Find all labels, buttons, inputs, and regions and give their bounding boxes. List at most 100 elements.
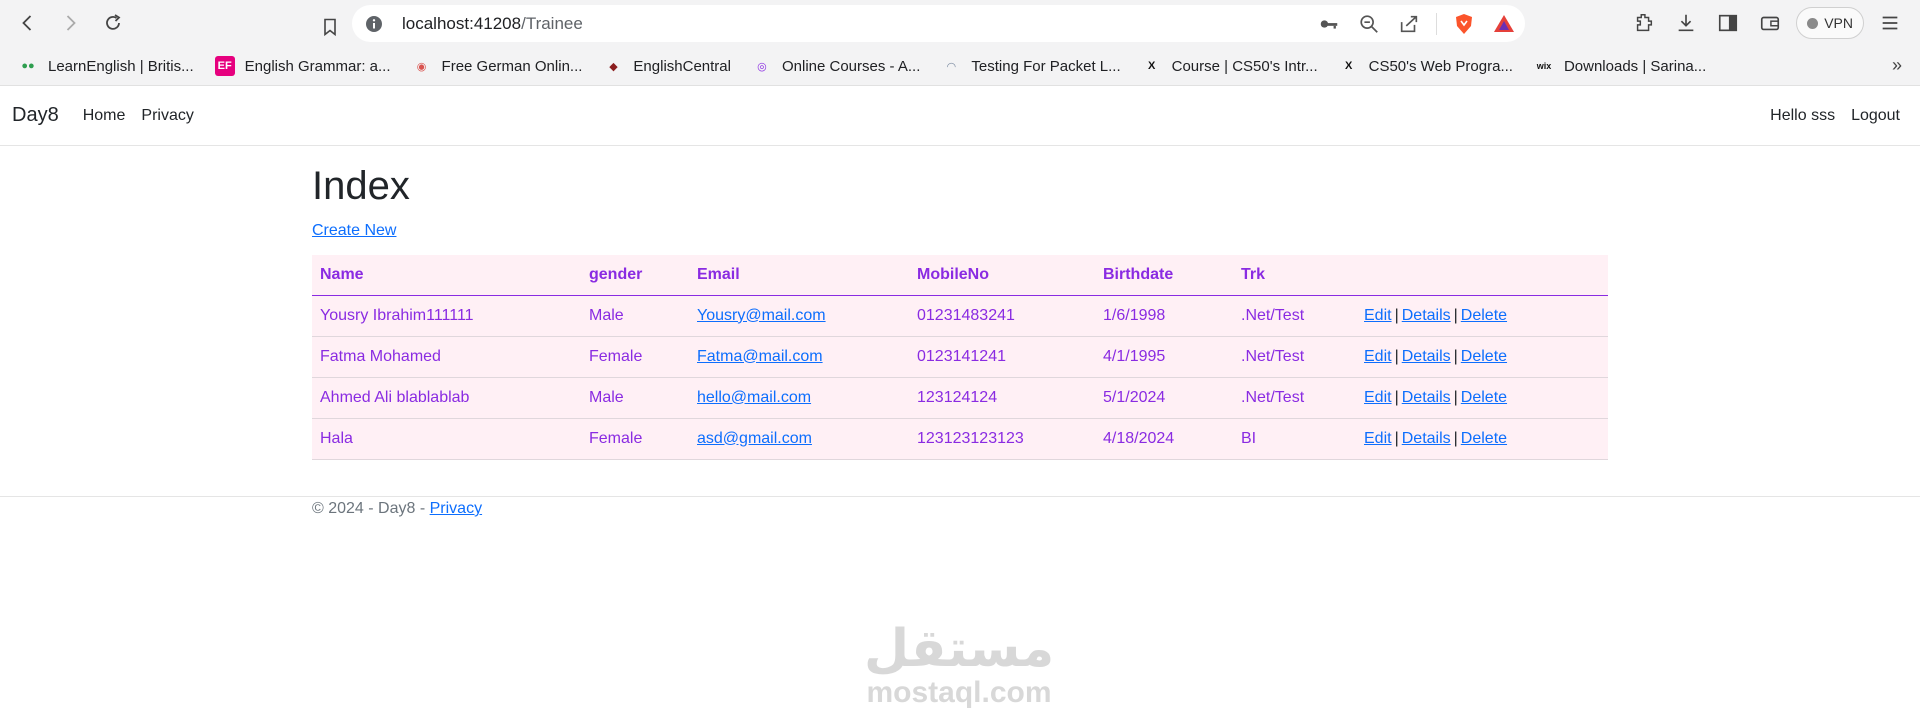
menu-icon[interactable] [1874,6,1906,40]
cell-email: Fatma@mail.com [689,336,909,378]
bookmark-label: EnglishCentral [633,57,731,75]
email-link[interactable]: Fatma@mail.com [697,348,823,365]
vpn-status-icon [1807,17,1819,29]
delete-link[interactable]: Delete [1461,430,1507,447]
bookmark-item[interactable]: ◎ Online Courses - A... [752,56,920,76]
cell-mobile: 0123141241 [909,336,1095,378]
footer-text: © 2024 - Day8 - Privacy [312,500,482,518]
page-title: Index [312,164,410,208]
bookmark-item[interactable]: ◆ EnglishCentral [603,56,731,76]
action-separator: | [1453,306,1458,324]
wallet-icon[interactable] [1754,6,1786,40]
action-separator: | [1453,347,1458,365]
details-link[interactable]: Details [1402,430,1451,447]
col-actions [1356,255,1608,296]
table-row: Ahmed Ali blablablab Male hello@mail.com 12… [312,377,1608,419]
edit-link[interactable]: Edit [1364,389,1392,406]
bookmark-label: Course | CS50's Intr... [1171,57,1318,75]
back-icon[interactable] [10,5,46,41]
email-link[interactable]: asd@gmail.com [697,430,812,447]
bookmark-item[interactable]: ◉ Free German Onlin... [412,56,583,76]
bookmark-label: CS50's Web Progra... [1368,57,1513,75]
bookmark-label: English Grammar: a... [244,57,391,75]
browser-toolbar: localhost:41208/Trainee VPN [0,0,1920,47]
delete-link[interactable]: Delete [1461,389,1507,406]
sidebar-icon[interactable] [1712,6,1744,40]
bookmark-item[interactable]: ●● LearnEnglish | Britis... [18,56,193,76]
cell-gender: Male [581,295,689,337]
vpn-label: VPN [1824,15,1853,31]
user-greeting[interactable]: Hello sss [1770,107,1835,125]
email-link[interactable]: Yousry@mail.com [697,307,826,324]
cell-actions: Edit | Details | Delete [1356,418,1608,460]
bookmarks-overflow-icon[interactable]: » [1892,55,1902,76]
details-link[interactable]: Details [1402,389,1451,406]
bookmark-item[interactable]: EF English Grammar: a... [214,56,391,76]
edx-icon: X [1344,60,1353,72]
cell-birthdate: 4/1/1995 [1095,336,1233,378]
bookmark-item[interactable]: X CS50's Web Progra... [1339,56,1513,76]
edit-link[interactable]: Edit [1364,348,1392,365]
brave-rewards-icon[interactable] [1491,11,1517,37]
table-row: Fatma Mohamed Female Fatma@mail.com 0123141… [312,336,1608,378]
table-row: Yousry Ibrahim111111 Male Yousry@mail.com 0… [312,295,1608,337]
bookmark-label: Testing For Packet L... [971,57,1121,75]
nav-privacy[interactable]: Privacy [141,107,193,125]
cell-actions: Edit | Details | Delete [1356,377,1608,419]
ef-icon: EF [214,56,235,76]
edx-icon: X [1147,60,1156,72]
cell-actions: Edit | Details | Delete [1356,336,1608,378]
details-link[interactable]: Details [1402,307,1451,324]
edit-link[interactable]: Edit [1364,430,1392,447]
footer-privacy-link[interactable]: Privacy [430,500,482,517]
bookmark-label: Free German Onlin... [441,57,583,75]
brand-link[interactable]: Day8 [12,104,59,127]
forward-icon[interactable] [52,5,88,41]
url-text[interactable]: localhost:41208/Trainee [402,14,583,34]
german-flag-icon: ◉ [416,60,427,73]
bookmark-item[interactable]: X Course | CS50's Intr... [1142,56,1318,76]
cell-email: Yousry@mail.com [689,295,909,337]
nav-home[interactable]: Home [83,107,126,125]
bookmark-item[interactable]: ◠ Testing For Packet L... [941,56,1120,76]
delete-link[interactable]: Delete [1461,307,1507,324]
share-icon[interactable] [1396,11,1422,37]
cell-email: hello@mail.com [689,377,909,419]
cell-name: Yousry Ibrahim111111 [312,295,581,337]
delete-link[interactable]: Delete [1461,348,1507,365]
cell-gender: Female [581,336,689,378]
cell-birthdate: 4/18/2024 [1095,418,1233,460]
logout-link[interactable]: Logout [1851,107,1900,125]
cell-mobile: 123124124 [909,377,1095,419]
cell-name: Ahmed Ali blablablab [312,377,581,419]
reload-icon[interactable] [95,5,131,41]
watermark-latin: mostaql.com [866,676,1052,709]
action-separator: | [1394,429,1399,447]
cell-mobile: 123123123123 [909,418,1095,460]
download-icon[interactable] [1670,6,1702,40]
brave-shields-icon[interactable] [1451,11,1477,37]
cell-gender: Male [581,377,689,419]
col-mobile: MobileNo [909,255,1095,296]
bookmark-label: Downloads | Sarina... [1563,57,1707,75]
create-new-link[interactable]: Create New [312,222,396,240]
bookmark-icon[interactable] [312,9,348,45]
edit-link[interactable]: Edit [1364,307,1392,324]
address-bar[interactable]: localhost:41208/Trainee [352,5,1525,42]
action-separator: | [1394,388,1399,406]
cell-birthdate: 1/6/1998 [1095,295,1233,337]
bookmark-item[interactable]: wix Downloads | Sarina... [1534,56,1707,76]
zoom-out-icon[interactable] [1356,11,1382,37]
vpn-button[interactable]: VPN [1796,7,1864,39]
site-info-icon[interactable] [365,15,383,33]
packet-icon: ◠ [947,60,956,73]
cell-birthdate: 5/1/2024 [1095,377,1233,419]
englishcentral-icon: ◆ [609,60,618,73]
email-link[interactable]: hello@mail.com [697,389,811,406]
col-email: Email [689,255,909,296]
cell-trk: .Net/Test [1233,295,1356,337]
action-separator: | [1453,388,1458,406]
details-link[interactable]: Details [1402,348,1451,365]
extensions-icon[interactable] [1628,6,1660,40]
key-icon[interactable] [1316,11,1342,37]
